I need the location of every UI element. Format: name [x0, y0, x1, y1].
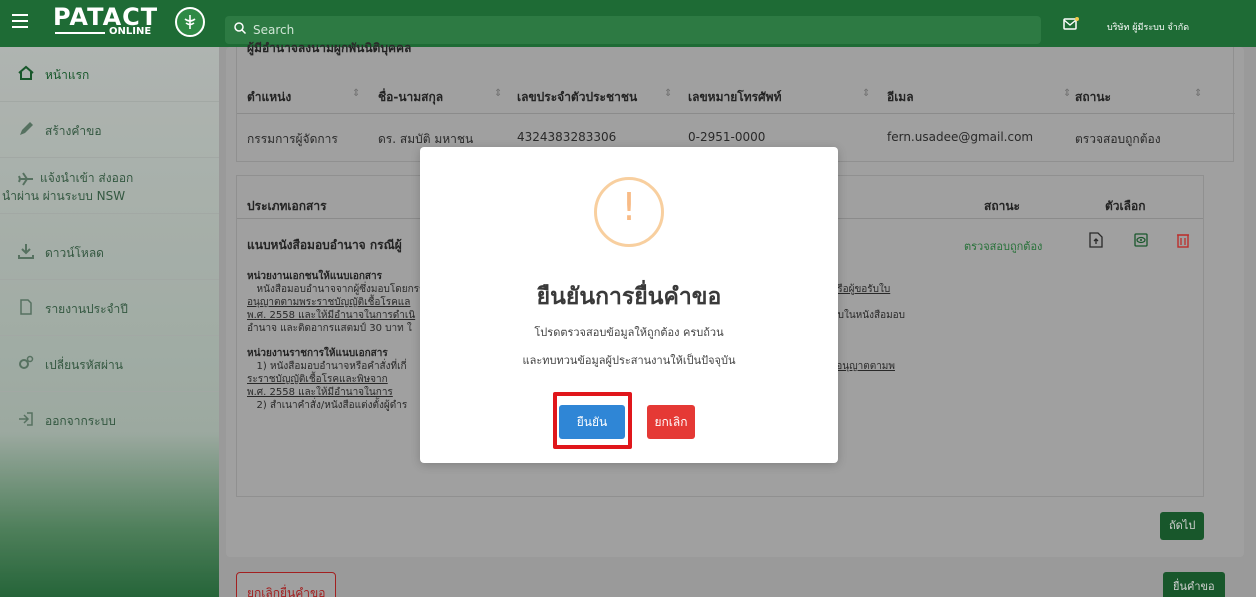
warning-mark: ! [621, 185, 637, 229]
search-input[interactable] [253, 19, 1013, 41]
emblem-icon [175, 7, 205, 37]
logo-sub: ONLINE [109, 26, 152, 37]
logo[interactable]: PATACT ONLINE [53, 3, 208, 42]
dialog-title: ยืนยันการยื่นคำขอ [536, 284, 722, 310]
warning-icon: ! [594, 177, 664, 247]
dialog-message: และทบทวนข้อมูลผู้ประสานงานให้เป็นปัจจุบั… [522, 354, 736, 367]
confirm-dialog: ! ยืนยันการยื่นคำขอ โปรดตรวจสอบข้อมูลให้… [420, 147, 838, 463]
dialog-message: โปรดตรวจสอบข้อมูลให้ถูกต้อง ครบถ้วน [534, 326, 724, 339]
search-icon [234, 22, 247, 35]
top-bar: PATACT ONLINE บริษัท ผู้มีระบบ จำกัด [0, 0, 1256, 47]
cancel-button[interactable]: ยกเลิก [647, 405, 695, 439]
menu-icon[interactable] [12, 14, 28, 28]
confirm-button[interactable]: ยืนยัน [559, 405, 625, 439]
notification-icon[interactable] [1063, 17, 1079, 31]
logo-underline [55, 32, 105, 34]
company-name[interactable]: บริษัท ผู้มีระบบ จำกัด [1107, 20, 1189, 34]
